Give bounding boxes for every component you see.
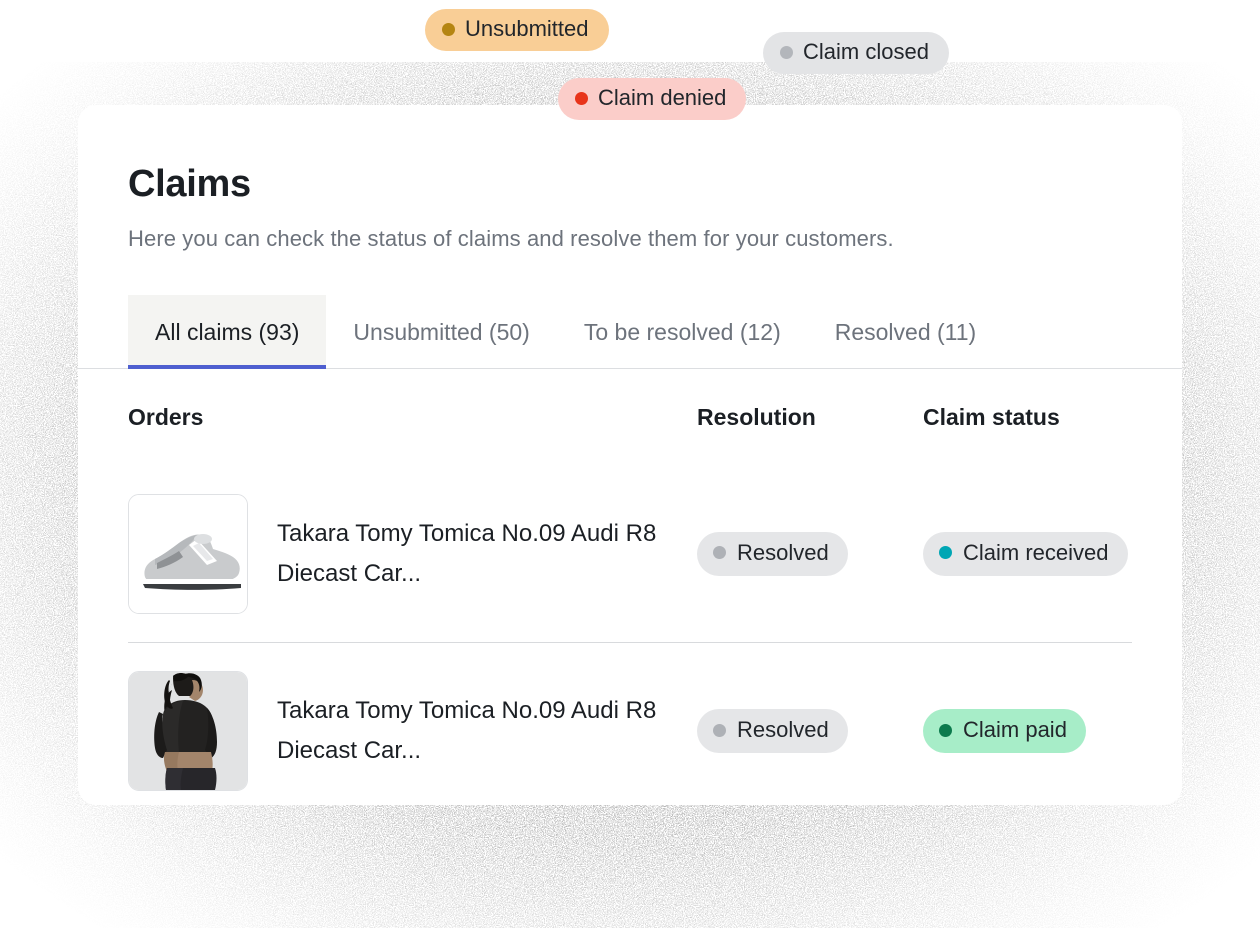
status-badge-label: Claim received (963, 539, 1109, 565)
status-badge: Resolved (697, 709, 848, 753)
tab-label: All claims (93) (155, 318, 300, 345)
table-row[interactable]: Takara Tomy Tomica No.09 Audi R8 Diecast… (128, 465, 1132, 642)
floating-badge-label: Claim closed (803, 39, 929, 64)
tab-label: Unsubmitted (50) (353, 318, 530, 345)
table-row[interactable]: Takara Tomy Tomica No.09 Audi R8 Diecast… (128, 642, 1132, 805)
resolution-cell: Resolved (697, 531, 923, 576)
status-badge: Claim received (923, 531, 1128, 576)
claims-table: Orders Resolution Claim status Takara To… (128, 369, 1132, 805)
status-badge-label: Resolved (737, 539, 829, 565)
black-activewear-photo (128, 671, 248, 791)
tab-unsubmitted[interactable]: Unsubmitted (50) (326, 295, 556, 369)
status-dot-icon (780, 45, 793, 59)
status-badge-label: Claim paid (963, 717, 1067, 742)
table-header-row: Orders Resolution Claim status (128, 369, 1132, 465)
tab-all-claims[interactable]: All claims (93) (128, 295, 327, 369)
order-title: Takara Tomy Tomica No.09 Audi R8 Diecast… (277, 697, 657, 764)
tab-to-be-resolved[interactable]: To be resolved (12) (557, 295, 808, 369)
tab-resolved[interactable]: Resolved (11) (808, 295, 1003, 369)
status-badge: Resolved (697, 531, 848, 576)
column-header-orders: Orders (128, 403, 204, 430)
status-dot-icon (442, 22, 455, 36)
status-dot-icon (713, 546, 726, 559)
floating-badge-label: Claim denied (598, 85, 727, 110)
tab-label: To be resolved (12) (583, 318, 781, 345)
order-cell: Takara Tomy Tomica No.09 Audi R8 Diecast… (128, 671, 697, 791)
floating-badge-unsubmitted: Unsubmitted (425, 9, 609, 51)
claim-status-cell: Claim paid (923, 709, 1132, 753)
column-header-resolution: Resolution (697, 403, 816, 430)
claims-card: Claims Here you can check the status of … (78, 105, 1182, 805)
status-dot-icon (575, 91, 588, 105)
page-title: Claims (128, 163, 251, 205)
claims-tab-bar: All claims (93) Unsubmitted (50) To be r… (78, 295, 1182, 369)
order-title: Takara Tomy Tomica No.09 Audi R8 Diecast… (277, 519, 657, 587)
floating-badge-claim-denied: Claim denied (558, 78, 747, 120)
status-badge: Claim paid (923, 709, 1086, 753)
status-dot-icon (939, 723, 952, 737)
page-subtitle: Here you can check the status of claims … (128, 226, 894, 251)
status-badge-label: Resolved (737, 717, 829, 742)
column-header-claim-status: Claim status (923, 403, 1060, 430)
status-dot-icon (939, 546, 952, 559)
floating-badge-label: Unsubmitted (465, 16, 589, 41)
resolution-cell: Resolved (697, 709, 923, 753)
grey-sneaker-photo (128, 493, 248, 614)
tab-label: Resolved (11) (834, 318, 977, 345)
status-dot-icon (713, 723, 726, 737)
floating-badge-claim-closed: Claim closed (763, 32, 949, 74)
claim-status-cell: Claim received (923, 531, 1132, 576)
order-cell: Takara Tomy Tomica No.09 Audi R8 Diecast… (128, 493, 697, 614)
